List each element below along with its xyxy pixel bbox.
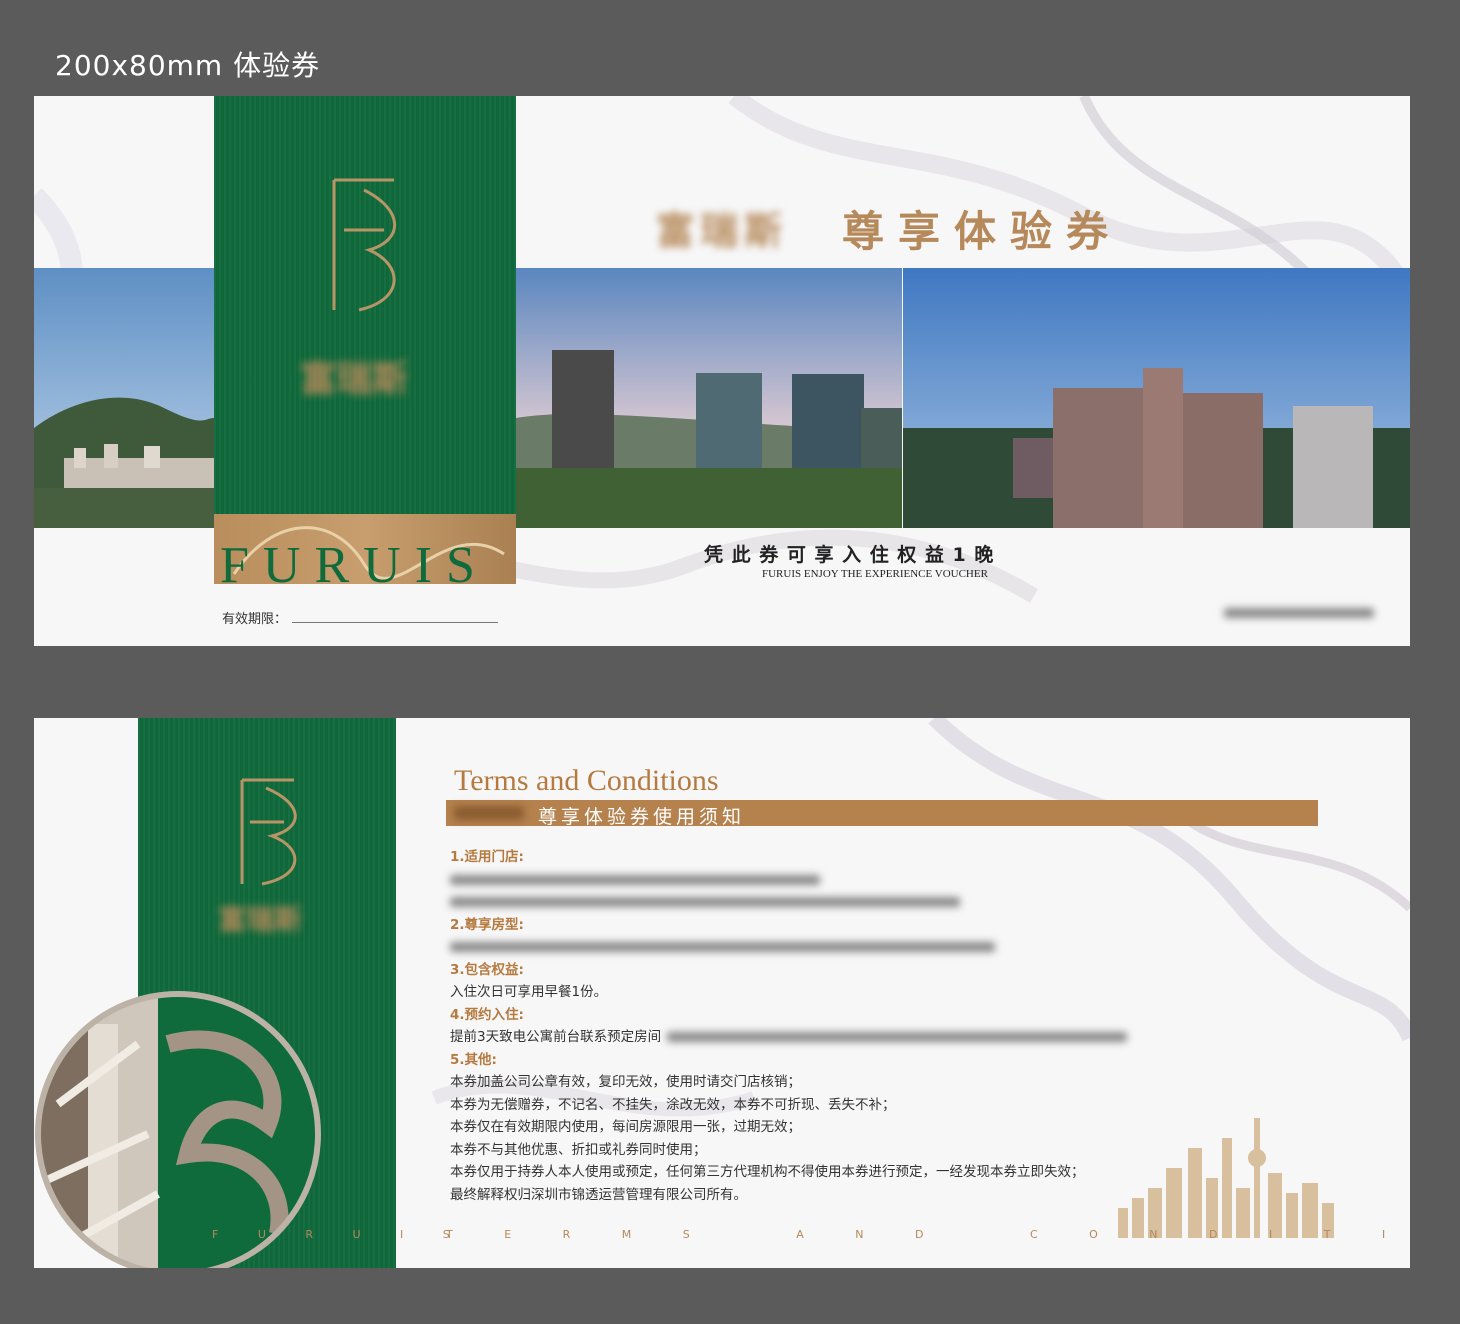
footer-terms-spaced: T E R M S A N D C O N D I T I O N S — [446, 1228, 1410, 1241]
voucher-benefit-line: 凭 此 券 可 享 入 住 权 益 1 晚 — [704, 544, 995, 566]
serial-number-blurred — [1224, 608, 1374, 618]
blurred-line — [450, 936, 1270, 959]
terms-list: 1.适用门店: 2.尊享房型: 3.包含权益: 入住次日可享用早餐1份。 4.预… — [450, 846, 1270, 1206]
blurred-line — [450, 869, 1270, 892]
terms-section-title: 2.尊享房型: — [450, 916, 524, 933]
terms-line: 本券仅用于持券人本人使用或预定，任何第三方代理机构不得使用本券进行预定，一经发现… — [450, 1164, 1085, 1180]
terms-line: 本券为无偿赠券，不记名、不挂失，涂改无效，本券不可折现、丢失不补； — [450, 1096, 896, 1113]
terms-line: 本券加盖公司公章有效，复印无效，使用时请交门店核销； — [450, 1074, 801, 1090]
voucher-front: 富瑞斯 FURUIS 富瑞斯 尊享体验券 凭 此 券 可 享 入 住 权 益 1… — [34, 96, 1410, 646]
front-green-panel: 富瑞斯 FURUIS — [214, 96, 516, 594]
voucher-benefit-en: FURUIS ENJOY THE EXPERIENCE VOUCHER — [762, 568, 988, 580]
terms-line: 入住次日可享用早餐1份。 — [450, 984, 608, 1000]
footer-brand-spaced: F U R U I S — [212, 1228, 468, 1241]
validity-underline — [292, 622, 498, 623]
frs-logo-icon — [240, 778, 297, 886]
terms-line: 本券仅在有效期限内使用，每间房源限用一张，过期无效； — [450, 1119, 801, 1135]
terms-line: 提前3天致电公寓前台联系预定房间 — [450, 1026, 1270, 1049]
landscape-photo-left — [34, 268, 214, 528]
front-brand-cn: 富瑞斯 — [656, 209, 789, 253]
frs-logo-icon — [332, 178, 397, 312]
terms-line: 本券不与其他优惠、折扣或礼券同时使用； — [450, 1141, 707, 1158]
back-logo-brand-cn: 富瑞斯 — [218, 903, 303, 936]
terms-line: 最终解释权归深圳市锦透运营管理有限公司所有。 — [450, 1186, 747, 1203]
terms-section-title: 3.包含权益: — [450, 961, 524, 978]
city-photo-right — [903, 268, 1410, 528]
front-logo-brand-cn: 富瑞斯 — [300, 359, 409, 400]
front-brand-en: FURUIS — [220, 537, 489, 594]
terms-section-title: 1.适用门店: — [450, 849, 524, 865]
circular-building-emblem — [34, 984, 328, 1268]
blurred-line — [450, 891, 1270, 914]
front-title: 尊享体验券 — [842, 207, 1123, 256]
terms-heading-cn: 尊享体验券使用须知 — [538, 806, 746, 828]
terms-section-title: 4.预约入住: — [450, 1006, 524, 1023]
terms-heading-blurred-brand — [454, 806, 524, 820]
validity-label: 有效期限： — [222, 612, 288, 627]
terms-heading-en: Terms and Conditions — [454, 764, 719, 797]
page-header-title: 200x80mm 体验券 — [55, 49, 321, 82]
city-photo-middle — [516, 268, 902, 528]
terms-section-title: 5.其他: — [450, 1051, 497, 1068]
